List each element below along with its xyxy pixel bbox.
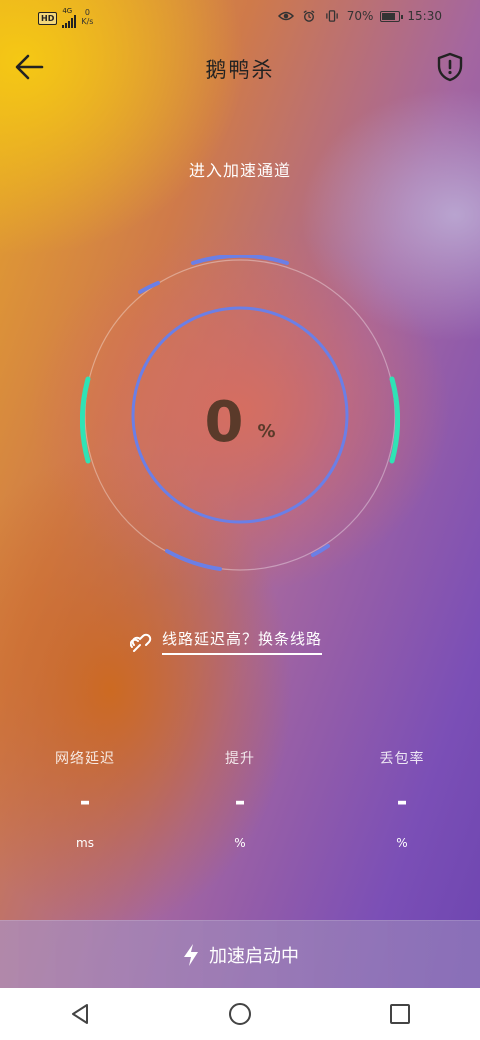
net-speed: 0 K/s: [81, 8, 94, 26]
stat-value: -: [79, 787, 91, 817]
header: 鹅鸭杀: [0, 40, 480, 94]
acceleration-gauge: 0%: [79, 253, 401, 575]
system-nav-bar: [0, 988, 480, 1040]
switch-line-text: 线路延迟高？换条线路: [162, 628, 323, 655]
stat-value: -: [234, 787, 246, 817]
vibrate-icon: [325, 10, 338, 22]
clock: 15:30: [407, 9, 442, 23]
stat-label: 丢包率: [379, 751, 425, 767]
nav-recent-button[interactable]: [370, 988, 430, 1040]
nav-home-button[interactable]: [210, 988, 270, 1040]
stat-value: -: [396, 787, 408, 817]
square-recent-icon: [390, 1004, 410, 1024]
shield-alert-icon: [437, 52, 463, 82]
battery-percent: 70%: [346, 9, 374, 23]
network-type: 4G: [62, 7, 73, 15]
stat-unit: %: [396, 836, 408, 850]
page-title: 鹅鸭杀: [205, 58, 275, 82]
triangle-back-icon: [72, 1004, 88, 1024]
switch-line-link[interactable]: 线路延迟高？换条线路: [130, 628, 323, 655]
stat-unit: %: [234, 836, 246, 850]
channel-status-label: 进入加速通道: [188, 161, 291, 180]
gauge-percentage: 0%: [80, 390, 400, 455]
stat-unit: ms: [76, 836, 94, 850]
stat-latency: 网络延迟 - ms: [25, 748, 145, 850]
stat-improvement: 提升 - %: [180, 748, 300, 850]
report-button[interactable]: [434, 50, 466, 84]
alarm-icon: [303, 10, 315, 22]
accelerate-label: 加速启动中: [209, 946, 299, 967]
status-bar: HD 4G 0 K/s 70% 15:30: [0, 0, 480, 36]
stat-label: 网络延迟: [55, 751, 115, 767]
stat-packet-loss: 丢包率 - %: [342, 748, 462, 850]
circle-home-icon: [229, 1003, 251, 1025]
link-icon: [130, 633, 152, 652]
eye-icon: [277, 11, 294, 21]
stats-panel: 网络延迟 - ms 提升 - % 丢包率 - %: [0, 748, 480, 868]
signal-icon: [62, 14, 77, 28]
stat-label: 提升: [225, 751, 255, 767]
accelerate-button[interactable]: 加速启动中: [0, 920, 480, 989]
hd-badge: HD: [38, 12, 58, 25]
gauge-value: 0: [204, 390, 244, 455]
gauge-unit: %: [257, 421, 276, 442]
nav-back-button[interactable]: [50, 988, 110, 1040]
battery-icon: [380, 10, 404, 22]
lightning-icon: [184, 944, 198, 966]
